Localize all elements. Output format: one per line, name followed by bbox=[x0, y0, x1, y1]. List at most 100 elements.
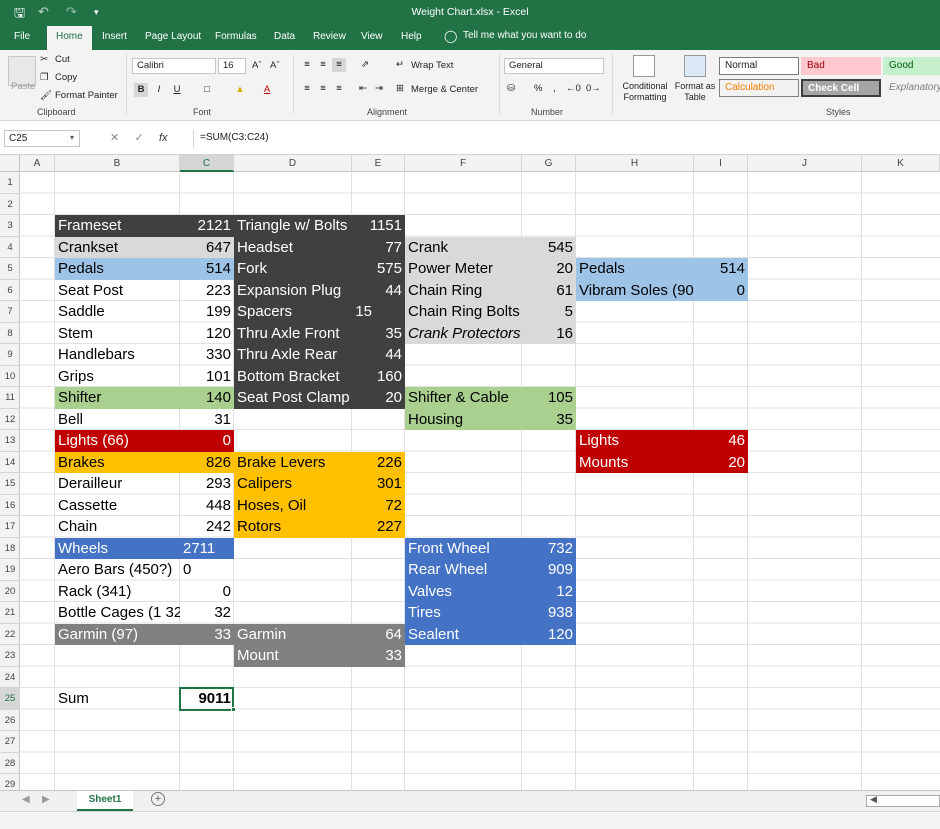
font-name-select[interactable]: Calibri bbox=[132, 58, 216, 74]
tab-formulas[interactable]: Formulas bbox=[215, 31, 257, 42]
tab-view[interactable]: View bbox=[361, 31, 383, 42]
row-header-14[interactable]: 14 bbox=[0, 452, 20, 473]
row-header-22[interactable]: 22 bbox=[0, 624, 20, 645]
row-header-26[interactable]: 26 bbox=[0, 710, 20, 731]
wrap-text-button[interactable]: Wrap Text bbox=[411, 60, 453, 71]
cell-d6[interactable]: Expansion Plug bbox=[234, 279, 352, 301]
cell-f4[interactable]: Crank bbox=[405, 236, 522, 258]
copy-button[interactable]: Copy bbox=[55, 72, 77, 83]
cell-b12[interactable]: Bell bbox=[55, 409, 180, 431]
formula-input[interactable]: =SUM(C3:C24) bbox=[193, 130, 938, 147]
column-header-f[interactable]: F bbox=[405, 155, 522, 172]
align-center-icon[interactable]: ≡ bbox=[316, 82, 330, 96]
cell-e11[interactable]: 20 bbox=[352, 387, 405, 409]
tell-me-search[interactable]: Tell me what you want to do bbox=[463, 30, 586, 41]
cell-g20[interactable]: 12 bbox=[522, 580, 576, 602]
align-middle-icon[interactable]: ≡ bbox=[316, 58, 330, 72]
font-size-select[interactable]: 16 bbox=[218, 58, 246, 74]
cancel-icon[interactable]: ✕ bbox=[110, 132, 119, 144]
cell-b21[interactable]: Bottle Cages (1 32) bbox=[55, 602, 180, 624]
increase-indent-icon[interactable]: ⇥ bbox=[372, 82, 386, 96]
cell-d10[interactable]: Bottom Bracket bbox=[234, 365, 352, 387]
style-explanatory[interactable]: Explanatory bbox=[883, 79, 940, 97]
align-left-icon[interactable]: ≡ bbox=[300, 82, 314, 96]
increase-decimal-icon[interactable]: ←0 bbox=[566, 83, 581, 94]
cell-d15[interactable]: Calipers bbox=[234, 473, 352, 495]
align-bottom-icon[interactable]: ≡ bbox=[332, 58, 346, 72]
row-header-16[interactable]: 16 bbox=[0, 495, 20, 516]
column-header-b[interactable]: B bbox=[55, 155, 180, 172]
cell-f20[interactable]: Valves bbox=[405, 580, 522, 602]
row-header-10[interactable]: 10 bbox=[0, 366, 20, 387]
cell-g8[interactable]: 16 bbox=[522, 322, 576, 344]
cell-b16[interactable]: Cassette bbox=[55, 495, 180, 517]
cell-e8[interactable]: 35 bbox=[352, 322, 405, 344]
cell-i5[interactable]: 514 bbox=[694, 258, 748, 280]
fill-color-icon[interactable]: ▲ bbox=[233, 83, 247, 97]
row-header-5[interactable]: 5 bbox=[0, 258, 20, 280]
cell-b8[interactable]: Stem bbox=[55, 323, 180, 345]
cell-e3[interactable]: 1151 bbox=[352, 215, 405, 237]
cell-d17[interactable]: Rotors bbox=[234, 516, 352, 538]
cell-b9[interactable]: Handlebars bbox=[55, 344, 180, 366]
number-format-select[interactable]: General bbox=[504, 58, 604, 74]
fill-handle[interactable] bbox=[231, 706, 236, 712]
row-header-23[interactable]: 23 bbox=[0, 645, 20, 667]
cell-b18[interactable]: Wheels bbox=[55, 537, 180, 559]
conditional-formatting-button[interactable]: Conditional Formatting bbox=[620, 81, 670, 103]
cell-d23[interactable]: Mount bbox=[234, 645, 352, 667]
cell-c3[interactable]: 2121 bbox=[180, 215, 234, 237]
cell-g5[interactable]: 20 bbox=[522, 258, 576, 280]
row-header-4[interactable]: 4 bbox=[0, 237, 20, 258]
cell-c5[interactable]: 514 bbox=[180, 258, 234, 280]
cell-c11[interactable]: 140 bbox=[180, 387, 234, 409]
cell-c12[interactable]: 31 bbox=[180, 409, 234, 431]
cell-g12[interactable]: 35 bbox=[522, 408, 576, 430]
cell-g6[interactable]: 61 bbox=[522, 279, 576, 301]
scroll-left-icon[interactable]: ◀ bbox=[870, 794, 877, 805]
cell-g7[interactable]: 5 bbox=[522, 301, 576, 323]
cell-b11[interactable]: Shifter bbox=[55, 387, 180, 409]
cell-g11[interactable]: 105 bbox=[522, 387, 576, 409]
cell-i14[interactable]: 20 bbox=[694, 451, 748, 473]
cell-f5[interactable]: Power Meter bbox=[405, 258, 522, 280]
column-header-e[interactable]: E bbox=[352, 155, 405, 172]
decrease-decimal-icon[interactable]: 0→ bbox=[586, 83, 601, 94]
borders-icon[interactable]: □ bbox=[200, 83, 214, 97]
tab-data[interactable]: Data bbox=[274, 31, 295, 42]
row-header-9[interactable]: 9 bbox=[0, 344, 20, 366]
cell-f12[interactable]: Housing bbox=[405, 408, 522, 430]
sheet-tab-sheet1[interactable]: Sheet1 bbox=[77, 791, 133, 811]
row-header-7[interactable]: 7 bbox=[0, 301, 20, 323]
row-header-17[interactable]: 17 bbox=[0, 516, 20, 538]
column-header-d[interactable]: D bbox=[234, 155, 352, 172]
decrease-font-icon[interactable]: Aˇ bbox=[270, 60, 280, 71]
orientation-icon[interactable]: ⇗ bbox=[358, 58, 372, 72]
column-header-g[interactable]: G bbox=[522, 155, 576, 172]
style-good[interactable]: Good bbox=[883, 57, 940, 75]
cell-c10[interactable]: 101 bbox=[180, 366, 234, 388]
cell-i6[interactable]: 0 bbox=[694, 279, 748, 301]
style-normal[interactable]: Normal bbox=[719, 57, 799, 75]
row-header-13[interactable]: 13 bbox=[0, 430, 20, 452]
active-cell-selection[interactable] bbox=[179, 687, 234, 711]
format-painter-button[interactable]: Format Painter bbox=[55, 90, 118, 101]
cell-f11[interactable]: Shifter & Cable bbox=[405, 387, 522, 409]
scroll-tabs-right-icon[interactable]: ▶ bbox=[42, 794, 50, 805]
cell-b15[interactable]: Derailleur bbox=[55, 473, 180, 495]
cell-b7[interactable]: Saddle bbox=[55, 301, 180, 323]
cell-e5[interactable]: 575 bbox=[352, 258, 405, 280]
cell-b25[interactable]: Sum bbox=[55, 688, 180, 710]
cell-b22[interactable]: Garmin (97) bbox=[55, 623, 180, 645]
cell-c20[interactable]: 0 bbox=[180, 581, 234, 603]
cell-f18[interactable]: Front Wheel bbox=[405, 537, 522, 559]
cell-b19[interactable]: Aero Bars (450?) bbox=[55, 559, 180, 581]
cell-c4[interactable]: 647 bbox=[180, 236, 234, 258]
row-header-8[interactable]: 8 bbox=[0, 323, 20, 344]
tab-page-layout[interactable]: Page Layout bbox=[145, 31, 201, 42]
style-bad[interactable]: Bad bbox=[801, 57, 881, 75]
horizontal-scrollbar[interactable] bbox=[866, 795, 940, 807]
cell-e15[interactable]: 301 bbox=[352, 473, 405, 495]
row-header-24[interactable]: 24 bbox=[0, 667, 20, 688]
cell-d11[interactable]: Seat Post Clamp bbox=[234, 387, 352, 409]
